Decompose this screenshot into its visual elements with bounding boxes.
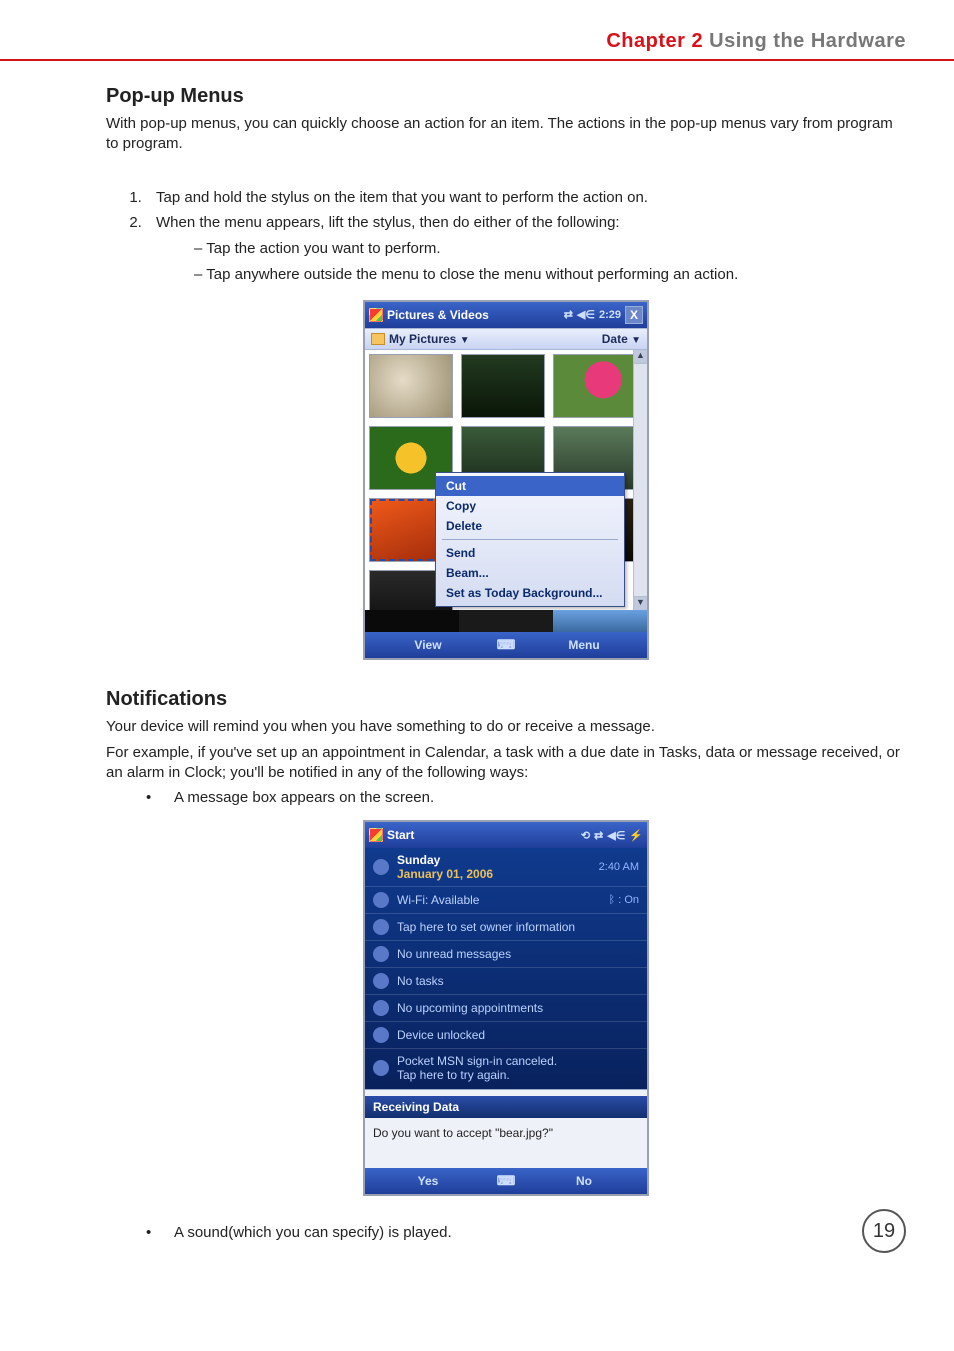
- chapter-header: Chapter 2 Using the Hardware: [48, 30, 906, 53]
- today-msn-row[interactable]: Pocket MSN sign-in canceled.Tap here to …: [365, 1049, 647, 1087]
- today-messages-row[interactable]: No unread messages: [365, 941, 647, 968]
- notif-bullet-1: A message box appears on the screen.: [146, 789, 906, 806]
- softkey-menu[interactable]: Menu: [521, 638, 647, 652]
- context-menu: Cut Copy Delete Send Beam... Set as Toda…: [435, 472, 625, 607]
- step-2-text: When the menu appears, lift the stylus, …: [156, 214, 620, 231]
- menu-delete[interactable]: Delete: [436, 516, 624, 536]
- scroll-up-icon[interactable]: ▲: [634, 350, 647, 364]
- mail-text: No unread messages: [397, 947, 511, 961]
- popup-steps: Tap and hold the stylus on the item that…: [146, 187, 906, 286]
- dialog-body: Do you want to accept "bear.jpg?": [373, 1126, 639, 1140]
- softkey-view[interactable]: View: [365, 638, 491, 652]
- volume-icon[interactable]: ◀∈: [607, 829, 625, 842]
- tasks-text: No tasks: [397, 974, 444, 988]
- today-owner-row[interactable]: Tap here to set owner information: [365, 914, 647, 941]
- chapter-title: Using the Hardware: [703, 30, 906, 52]
- clock-text[interactable]: 2:29: [599, 309, 621, 321]
- globe-icon: [373, 859, 389, 875]
- notification-dialog: Receiving Data Do you want to accept "be…: [365, 1089, 647, 1168]
- connectivity-icon[interactable]: ⇄: [594, 829, 603, 842]
- chevron-down-icon: ▼: [631, 335, 641, 346]
- softkey-yes[interactable]: Yes: [365, 1174, 491, 1188]
- thumbnail[interactable]: [553, 354, 637, 418]
- today-calendar-row[interactable]: No upcoming appointments: [365, 995, 647, 1022]
- bluetooth-icon: ᛒ: [609, 894, 616, 906]
- folder-icon: [371, 333, 385, 345]
- step-1: Tap and hold the stylus on the item that…: [146, 187, 906, 209]
- softkey-no[interactable]: No: [521, 1174, 647, 1188]
- wifi-status: Wi-Fi: Available: [397, 893, 479, 907]
- menu-copy[interactable]: Copy: [436, 496, 624, 516]
- lock-text: Device unlocked: [397, 1028, 485, 1042]
- owner-icon: [373, 919, 389, 935]
- owner-text: Tap here to set owner information: [397, 920, 575, 934]
- notif-bullet-2: A sound(which you can specify) is played…: [146, 1224, 906, 1241]
- header-rule: [0, 59, 954, 61]
- page-number: 19: [862, 1209, 906, 1253]
- app-title: Start: [387, 828, 414, 842]
- scroll-down-icon[interactable]: ▼: [634, 596, 647, 610]
- sync-icon[interactable]: ⟲: [581, 829, 590, 842]
- today-tasks-row[interactable]: No tasks: [365, 968, 647, 995]
- today-date: January 01, 2006: [397, 867, 493, 881]
- lock-icon: [373, 1027, 389, 1043]
- step-2a: Tap the action you want to perform.: [184, 238, 906, 260]
- msn-text: Pocket MSN sign-in canceled.Tap here to …: [397, 1054, 557, 1082]
- keyboard-icon[interactable]: ⌨: [491, 1173, 521, 1189]
- menu-beam[interactable]: Beam...: [436, 563, 624, 583]
- section-popup-title: Pop-up Menus: [106, 85, 906, 108]
- close-button[interactable]: X: [625, 306, 643, 324]
- step-2: When the menu appears, lift the stylus, …: [146, 212, 906, 285]
- today-wifi-row[interactable]: Wi-Fi: Available ᛒ : On: [365, 887, 647, 914]
- popup-intro: With pop-up menus, you can quickly choos…: [106, 114, 906, 155]
- volume-icon[interactable]: ◀∈: [577, 308, 595, 321]
- notif-p2: For example, if you've set up an appoint…: [106, 743, 906, 784]
- thumbnail-grid: ▲ ▼ Cut Copy Delete Send Beam... Set as …: [365, 350, 647, 610]
- start-flag-icon[interactable]: [369, 308, 383, 322]
- thumbnail[interactable]: [369, 354, 453, 418]
- wifi-icon: [373, 892, 389, 908]
- preview-strip: [365, 610, 647, 632]
- chapter-number: Chapter 2: [606, 30, 703, 52]
- cal-text: No upcoming appointments: [397, 1001, 543, 1015]
- today-date-row[interactable]: SundayJanuary 01, 2006 2:40 AM: [365, 848, 647, 887]
- app-title: Pictures & Videos: [387, 308, 489, 322]
- calendar-icon: [373, 1000, 389, 1016]
- mail-icon: [373, 946, 389, 962]
- sort-dropdown[interactable]: Date ▼: [602, 332, 641, 346]
- tasks-icon: [373, 973, 389, 989]
- keyboard-icon[interactable]: ⌨: [491, 637, 521, 653]
- folder-dropdown[interactable]: My Pictures ▼: [389, 332, 470, 346]
- menu-cut[interactable]: Cut: [436, 476, 624, 496]
- connectivity-icon[interactable]: ⇄: [564, 308, 573, 321]
- battery-icon[interactable]: ⚡: [629, 829, 643, 842]
- today-day: Sunday: [397, 853, 440, 867]
- chevron-down-icon: ▼: [460, 335, 470, 346]
- section-notifications-title: Notifications: [106, 688, 906, 711]
- titlebar[interactable]: Pictures & Videos ⇄ ◀∈ 2:29 X: [365, 302, 647, 328]
- titlebar[interactable]: Start ⟲ ⇄ ◀∈ ⚡: [365, 822, 647, 848]
- bt-status: : On: [618, 894, 639, 906]
- start-flag-icon[interactable]: [369, 828, 383, 842]
- today-lock-row[interactable]: Device unlocked: [365, 1022, 647, 1049]
- step-2b: Tap anywhere outside the menu to close t…: [184, 264, 906, 286]
- figure-popup-menu: Pictures & Videos ⇄ ◀∈ 2:29 X My Picture…: [106, 300, 906, 660]
- dialog-header: Receiving Data: [365, 1096, 647, 1118]
- msn-icon: [373, 1060, 389, 1076]
- thumbnail[interactable]: [461, 354, 545, 418]
- scrollbar[interactable]: ▲ ▼: [633, 350, 647, 610]
- notif-p1: Your device will remind you when you hav…: [106, 717, 906, 737]
- figure-notification: Start ⟲ ⇄ ◀∈ ⚡ SundayJanuary 01, 2006 2:…: [106, 820, 906, 1196]
- today-clock: 2:40 AM: [599, 861, 639, 873]
- menu-set-background[interactable]: Set as Today Background...: [436, 583, 624, 603]
- menu-send[interactable]: Send: [436, 543, 624, 563]
